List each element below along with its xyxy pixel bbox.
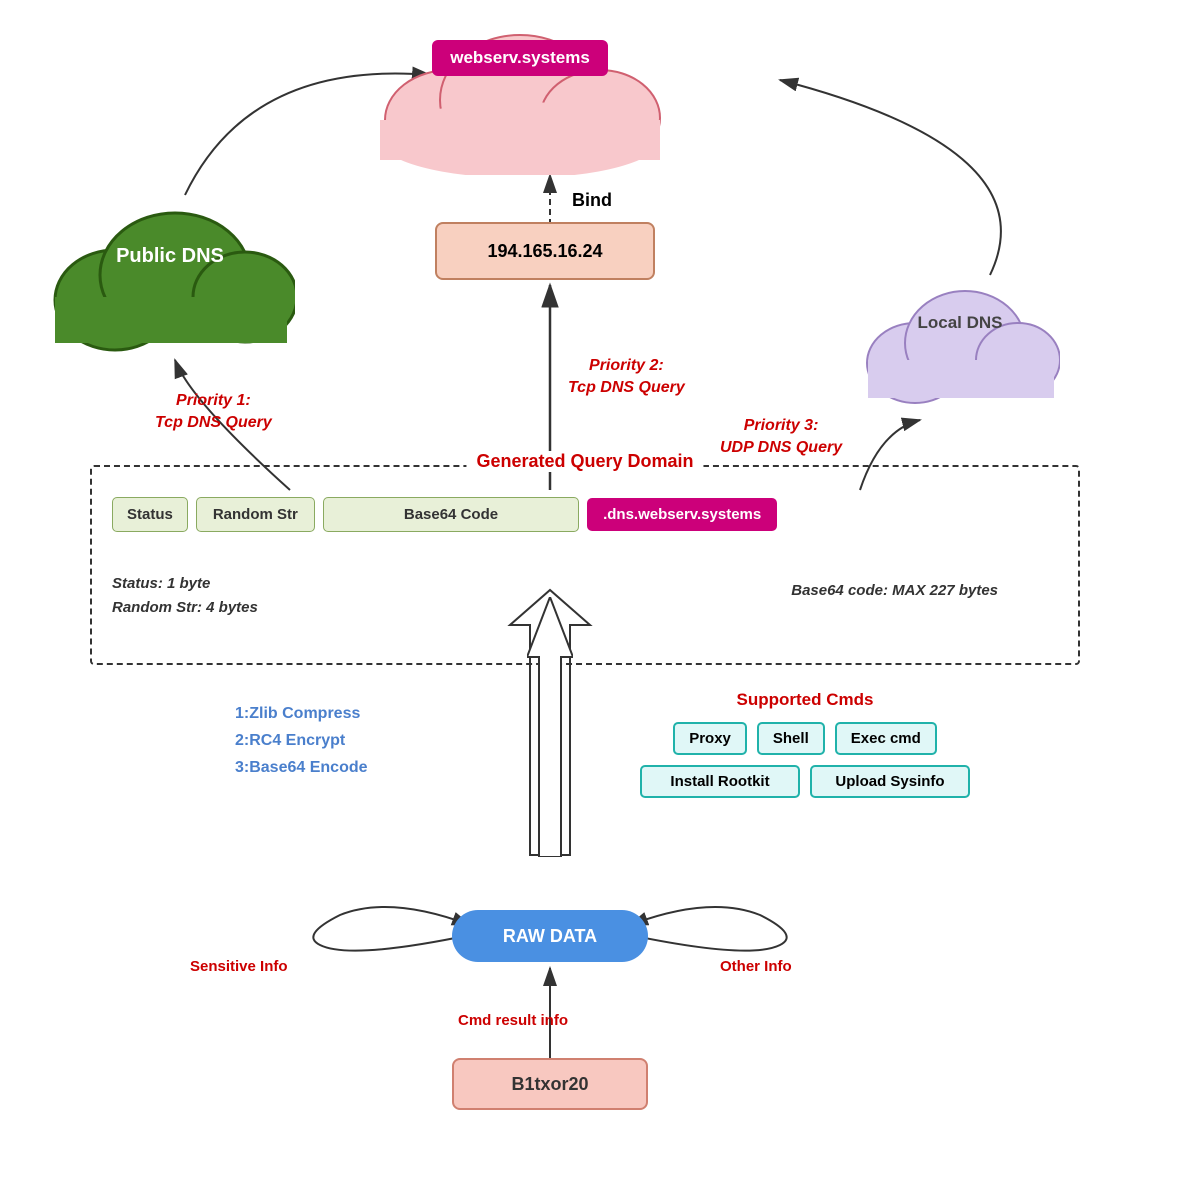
b1txor20-box: B1txor20 bbox=[452, 1058, 648, 1110]
cmd-install-rootkit: Install Rootkit bbox=[640, 765, 800, 798]
p1-line2: Tcp DNS Query bbox=[155, 412, 272, 434]
dns-suffix-tag: .dns.webserv.systems bbox=[587, 498, 777, 531]
generated-query-box: Generated Query Domain Status Random Str… bbox=[90, 465, 1080, 665]
webserv-cloud: webserv.systems bbox=[370, 10, 670, 175]
raw-data-box: RAW DATA bbox=[452, 910, 648, 962]
public-dns-label: Public DNS bbox=[45, 245, 295, 268]
supported-cmds-section: Supported Cmds Proxy Shell Exec cmd Inst… bbox=[620, 690, 990, 798]
ip-address-label: 194.165.16.24 bbox=[487, 241, 602, 262]
p2-line2: Tcp DNS Query bbox=[568, 377, 685, 399]
p1-line1: Priority 1: bbox=[155, 390, 272, 412]
sensitive-info-label: Sensitive Info bbox=[190, 958, 288, 975]
step1: 1:Zlib Compress bbox=[235, 700, 368, 727]
note3: Base64 code: MAX 227 bytes bbox=[791, 582, 998, 599]
other-info-label: Other Info bbox=[720, 958, 792, 975]
cmd-upload-sysinfo: Upload Sysinfo bbox=[810, 765, 970, 798]
base64-tag: Base64 Code bbox=[323, 497, 579, 532]
query-notes: Status: 1 byte Random Str: 4 bytes bbox=[112, 572, 258, 620]
priority3-label: Priority 3: UDP DNS Query bbox=[720, 415, 842, 460]
cmd-proxy: Proxy bbox=[673, 722, 747, 755]
random-str-tag: Random Str bbox=[196, 497, 315, 532]
status-tag: Status bbox=[112, 497, 188, 532]
encoding-steps: 1:Zlib Compress 2:RC4 Encrypt 3:Base64 E… bbox=[235, 700, 368, 782]
ip-address-box: 194.165.16.24 bbox=[435, 222, 655, 280]
p2-line1: Priority 2: bbox=[568, 355, 685, 377]
priority1-label: Priority 1: Tcp DNS Query bbox=[155, 390, 272, 435]
step2: 2:RC4 Encrypt bbox=[235, 727, 368, 754]
local-dns-label: Local DNS bbox=[860, 313, 1060, 333]
note2: Random Str: 4 bytes bbox=[112, 596, 258, 620]
generated-query-title: Generated Query Domain bbox=[466, 451, 703, 472]
webserv-label: webserv.systems bbox=[432, 40, 608, 76]
diagram: webserv.systems Public DNS Local DNS bbox=[0, 0, 1200, 1194]
step3: 3:Base64 Encode bbox=[235, 754, 368, 781]
big-up-arrow bbox=[527, 597, 573, 847]
p3-line1: Priority 3: bbox=[720, 415, 842, 437]
note1: Status: 1 byte bbox=[112, 572, 258, 596]
priority2-label: Priority 2: Tcp DNS Query bbox=[568, 355, 685, 400]
bind-label: Bind bbox=[572, 190, 612, 211]
local-dns-cloud: Local DNS bbox=[860, 268, 1060, 413]
public-dns-cloud: Public DNS bbox=[45, 185, 295, 360]
cmd-shell: Shell bbox=[757, 722, 825, 755]
p3-line2: UDP DNS Query bbox=[720, 437, 842, 459]
supported-cmds-title: Supported Cmds bbox=[620, 690, 990, 710]
cmd-result-label: Cmd result info bbox=[458, 1012, 568, 1029]
cmd-exec: Exec cmd bbox=[835, 722, 937, 755]
